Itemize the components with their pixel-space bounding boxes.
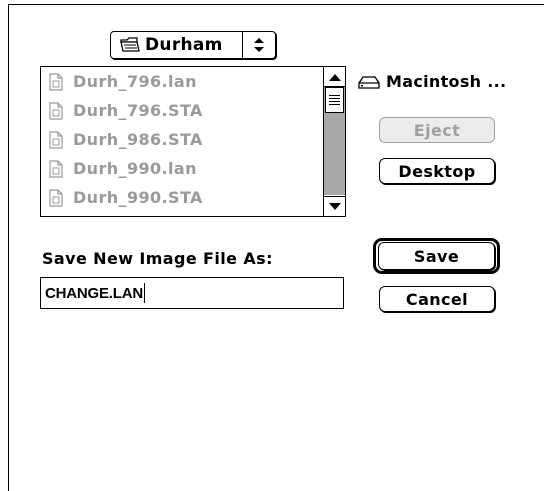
filename-input[interactable]: CHANGE.LAN	[40, 277, 344, 309]
volume-name: Macintosh ...	[386, 72, 507, 91]
save-prompt-label: Save New Image File As:	[42, 249, 273, 268]
document-icon	[49, 159, 63, 178]
file-name: Durh_986.STA	[73, 130, 203, 149]
list-item[interactable]: Durh_796.lan	[41, 67, 317, 96]
desktop-button[interactable]: Desktop	[379, 158, 495, 184]
scroll-thumb[interactable]	[325, 87, 344, 113]
file-name: Durh_796.lan	[73, 72, 197, 91]
save-dialog: Durham Durh_796.lan Durh_796.STA Durh_98…	[8, 4, 544, 491]
list-item[interactable]: Durh_990.STA	[41, 183, 317, 212]
filename-value: CHANGE.LAN	[45, 284, 143, 302]
list-item[interactable]: Durh_990.lan	[41, 154, 317, 183]
arrow-up-icon	[328, 73, 341, 81]
hard-disk-icon	[358, 75, 380, 89]
scroll-up-button[interactable]	[324, 67, 345, 87]
file-name: Durh_796.STA	[73, 101, 203, 120]
text-caret	[144, 283, 145, 303]
document-icon	[49, 101, 63, 120]
eject-button[interactable]: Eject	[379, 117, 495, 143]
scroll-down-button[interactable]	[324, 196, 345, 216]
folder-popup-menu[interactable]: Durham	[110, 31, 276, 59]
document-icon	[49, 72, 63, 91]
list-item[interactable]: Durh_986.STA	[41, 125, 317, 154]
scroll-track[interactable]	[324, 87, 345, 195]
popup-arrows-icon	[242, 32, 275, 58]
save-button[interactable]: Save	[378, 242, 495, 270]
arrow-down-icon	[328, 202, 341, 210]
cancel-button[interactable]: Cancel	[379, 286, 495, 312]
folder-name: Durham	[145, 35, 223, 55]
folder-icon	[119, 36, 141, 54]
file-list-scrollbar[interactable]	[323, 67, 345, 216]
file-name: Durh_990.STA	[73, 188, 203, 207]
document-icon	[49, 130, 63, 149]
list-item[interactable]: Durh_796.STA	[41, 96, 317, 125]
volume-indicator: Macintosh ...	[358, 72, 506, 91]
file-list[interactable]: Durh_796.lan Durh_796.STA Durh_986.STA D…	[40, 66, 346, 217]
file-name: Durh_990.lan	[73, 159, 197, 178]
document-icon	[49, 188, 63, 207]
file-list-items: Durh_796.lan Durh_796.STA Durh_986.STA D…	[41, 67, 317, 216]
